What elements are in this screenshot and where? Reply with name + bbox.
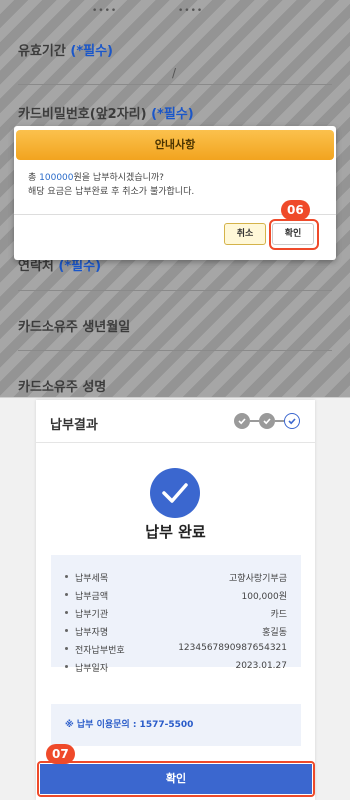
field-label-text: 카드소유주 생년월일 — [18, 320, 131, 335]
detail-value: 고향사랑기부금 — [229, 574, 287, 584]
detail-key: 전자납부번호 — [75, 646, 125, 656]
message-suffix: 원을 납부하시겠습니까? — [73, 173, 164, 183]
step-done-icon — [259, 413, 275, 429]
payment-complete-heading: 납부 완료 — [145, 523, 206, 541]
step-current-icon — [284, 413, 300, 429]
field-label-owner-name: 카드소유주 성명 — [18, 376, 106, 395]
dialog-message: 총 100000원을 납부하시겠습니까? — [28, 170, 164, 183]
payment-details: 납부세목 고향사랑기부금 납부금액 100,000원 납부기관 카드 납부자명 … — [51, 555, 301, 674]
detail-value: 홍길동 — [262, 628, 287, 638]
detail-value: 1234567890987654321 — [178, 643, 287, 653]
required-mark: (*필수) — [151, 107, 194, 122]
field-underline — [18, 290, 332, 291]
detail-key: 납부자명 — [75, 628, 109, 638]
detail-row: 전자납부번호 1234567890987654321 — [51, 641, 301, 657]
detail-key: 납부기관 — [75, 610, 109, 620]
detail-key: 납부금액 — [75, 592, 109, 602]
message-amount: 100000 — [39, 173, 74, 183]
field-label-expiry: 유효기간 (*필수) — [18, 40, 113, 59]
step-highlight-frame — [269, 219, 319, 250]
required-mark: (*필수) — [58, 259, 102, 274]
required-mark: (*필수) — [70, 44, 113, 59]
dialog-title: 안내사항 — [16, 130, 334, 160]
expiry-separator: / — [172, 66, 177, 80]
field-label-card-password: 카드비밀번호(앞2자리) (*필수) — [18, 103, 194, 122]
field-label-text: 유효기간 — [18, 44, 66, 59]
title-divider — [36, 442, 315, 443]
step-connector — [275, 420, 284, 422]
contact-info: ※ 납부 이용문의 : 1577-5500 — [51, 704, 301, 746]
bullet-icon — [65, 611, 68, 614]
detail-row: 납부금액 100,000원 — [51, 587, 301, 603]
result-card: 납부결과 납부 완료 납부세목 고향사랑기부금 납부금액 100,000원 납부… — [36, 400, 315, 800]
step-highlight-frame — [37, 761, 315, 797]
step-done-icon — [234, 413, 250, 429]
field-label-text: 카드비밀번호(앞2자리) — [18, 107, 147, 122]
cancel-button[interactable]: 취소 — [224, 223, 266, 245]
detail-value: 카드 — [270, 610, 287, 620]
bullet-icon — [65, 593, 68, 596]
field-label-text: 카드소유주 성명 — [18, 380, 107, 395]
bullet-icon — [65, 629, 68, 632]
detail-row: 납부자명 홍길동 — [51, 623, 301, 639]
payment-result-screen: 납부결과 납부 완료 납부세목 고향사랑기부금 납부금액 100,000원 납부… — [0, 398, 350, 800]
bullet-icon — [65, 665, 68, 668]
field-label-owner-birth: 카드소유주 생년월일 — [18, 316, 130, 335]
step-connector — [250, 420, 259, 422]
bullet-icon — [65, 647, 68, 650]
payment-form-overlay: •••• •••• 유효기간 (*필수) / 카드비밀번호(앞2자리) (*필수… — [0, 0, 350, 398]
field-underline — [18, 350, 332, 351]
detail-row: 납부일자 2023.01.27 — [51, 659, 301, 675]
step-indicator — [234, 412, 300, 430]
field-underline — [18, 84, 332, 85]
detail-row: 납부세목 고향사랑기부금 — [51, 569, 301, 585]
masked-value: •••• — [178, 6, 204, 16]
bullet-icon — [65, 575, 68, 578]
field-label-text: 연락처 — [18, 259, 54, 274]
page-title: 납부결과 — [50, 418, 98, 433]
detail-value: 100,000원 — [241, 592, 288, 602]
detail-key: 납부세목 — [75, 574, 109, 584]
masked-value: •••• — [92, 6, 118, 16]
detail-row: 납부기관 카드 — [51, 605, 301, 621]
step-badge: 07 — [46, 744, 75, 764]
detail-key: 납부일자 — [75, 664, 109, 674]
step-badge: 06 — [281, 200, 310, 220]
check-circle-icon — [150, 468, 200, 518]
message-prefix: 총 — [28, 173, 40, 183]
dialog-notice: 해당 요금은 납부완료 후 취소가 불가합니다. — [28, 187, 195, 197]
detail-value: 2023.01.27 — [235, 661, 287, 671]
